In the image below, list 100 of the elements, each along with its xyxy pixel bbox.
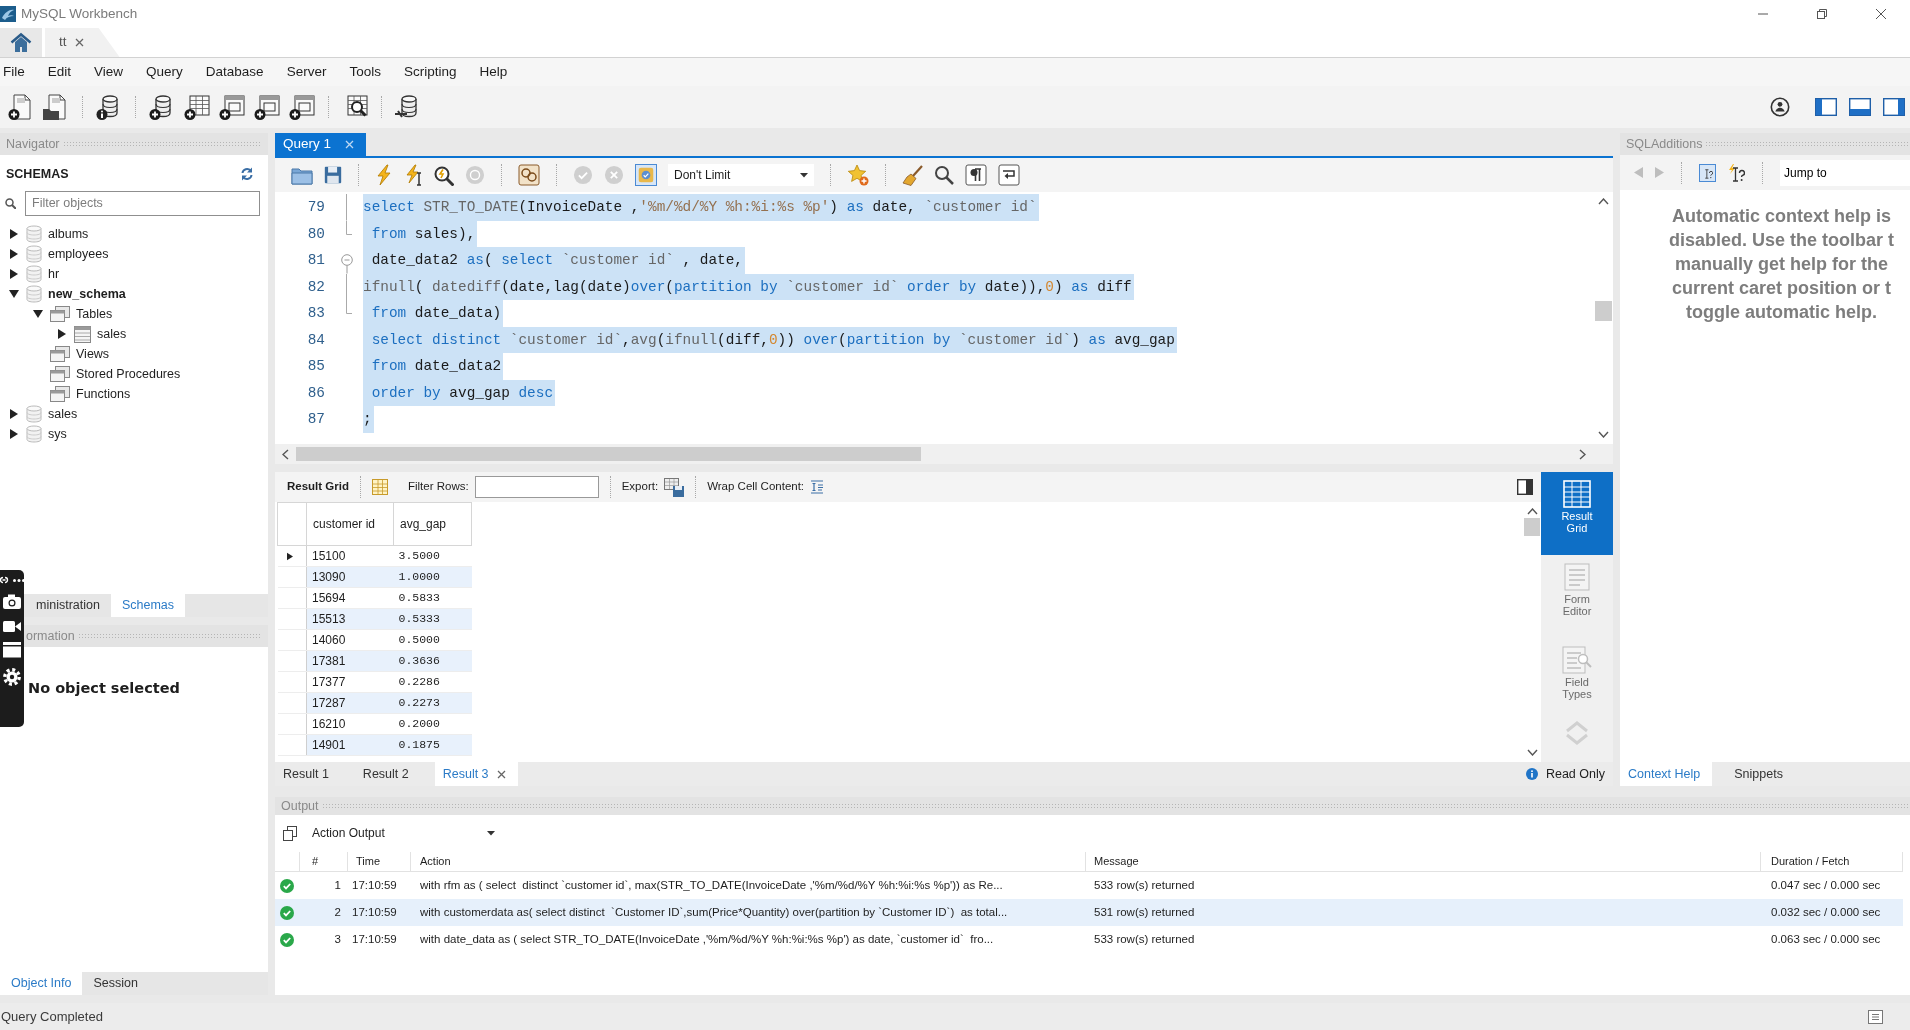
toggle-check-icon[interactable] [635,164,657,186]
column-header[interactable]: customer id [306,502,394,546]
help-icon[interactable] [1699,163,1716,182]
search-icon[interactable] [934,165,954,185]
tree-item[interactable]: sales [48,406,78,422]
tree-item[interactable]: Stored Procedures [76,366,181,382]
tree-item[interactable]: hr [48,266,60,282]
jump-to-field[interactable]: Jump to [1780,159,1910,186]
result-tab[interactable]: Result 1 [275,762,341,786]
table-row[interactable]: 1 17:10:59 with rfm as ( select distinct `customer id`, max(STR_TO_DATE(InvoiceDate ,'%m/%d/%Y %h:%i:%s %p')) as Re... 533 row(s) returned 0.047 sec / 0.000 sec [275,872,1903,899]
scroll-up-icon[interactable] [1526,508,1538,515]
result-view-button[interactable]: Result Grid [1541,472,1613,555]
result-view-button[interactable]: Field Types [1541,638,1613,721]
person-circle-icon[interactable] [1770,97,1790,117]
table-row[interactable]: 3 17:10:59 with date_data as ( select STR_TO_DATE(InvoiceDate ,'%m/%d/%Y %h:%i:%s %p') as date, `customer id` fro... 533 row(s) returned 0.063 sec / 0.000 sec [275,926,1903,953]
filter-field[interactable]: Filter objects [25,190,260,216]
caret-right-icon[interactable] [10,229,18,239]
scroll-right-icon[interactable] [1579,448,1586,460]
result-tab[interactable]: Result 3 [434,762,518,786]
close-icon[interactable] [74,38,84,47]
scroll-down-icon[interactable] [1598,431,1609,438]
column-header[interactable]: Action [411,852,1086,871]
close-icon[interactable] [496,769,506,779]
restore-icon[interactable] [1816,9,1827,19]
tree-item[interactable]: new_schema [48,286,126,302]
video-camera-icon[interactable] [3,619,21,632]
connection-tab[interactable]: tt [45,28,120,57]
export-icon[interactable] [664,477,685,497]
tree-item[interactable]: sys [48,426,67,442]
window-plus-icon[interactable] [253,93,281,121]
window-plus-icon[interactable] [288,93,316,121]
caret-down-icon[interactable] [33,310,43,318]
horizontal-scrollbar[interactable] [275,444,1613,464]
folder-icon[interactable] [291,165,313,185]
filter-rows-field[interactable] [474,476,599,498]
scrollbar-thumb[interactable] [296,447,921,461]
circles-icon[interactable] [518,164,540,186]
menu-item[interactable]: Database [205,63,264,81]
caret-down-icon[interactable] [800,172,808,178]
home-tab[interactable] [0,28,42,57]
layout-toggle-icon[interactable] [1849,98,1871,116]
save-icon[interactable] [324,166,342,184]
column-header[interactable]: Duration / Fetch [1761,852,1903,871]
sidebar-tab[interactable]: ministration [25,594,111,617]
caret-down-icon[interactable] [9,290,19,298]
panel-tab[interactable]: Context Help [1620,762,1713,786]
menu-item[interactable]: View [94,63,124,81]
menu-item[interactable]: Scripting [403,63,457,81]
info-tab[interactable]: Session [82,972,149,995]
column-header[interactable]: Time [348,852,411,871]
menu-item[interactable]: Edit [47,63,72,81]
gear-icon[interactable] [3,668,21,686]
caret-right-icon[interactable] [58,329,66,339]
star-plus-icon[interactable] [847,164,869,186]
row-selector[interactable] [277,545,307,567]
caret-down-icon[interactable] [487,831,495,836]
window-plus-icon[interactable] [218,93,246,121]
panel-toggle-icon[interactable] [1517,479,1533,495]
wrap-cell-icon[interactable] [810,480,825,494]
column-header[interactable]: avg_gap [393,502,472,546]
tree-item[interactable]: employees [48,246,109,262]
tree-item[interactable]: Functions [76,386,131,402]
layout-toggle-icon[interactable] [1883,98,1905,116]
pilcrow-icon[interactable] [965,164,987,186]
info-tab[interactable]: Object Info [0,972,83,995]
scroll-down-icon[interactable] [1526,749,1538,756]
wrap-icon[interactable] [998,164,1020,186]
table-row[interactable]: 2 17:10:59 with customerdata as( select distinct `Customer ID`,sum(Price*Quantity) over(partition by `Customer ID`) as total... 531 row(s) returned 0.032 sec / 0.000 sec [275,899,1903,926]
window-icon[interactable] [3,642,21,658]
more-icon[interactable] [13,578,25,582]
caret-right-icon[interactable] [10,409,18,419]
tree-item[interactable]: sales [97,326,127,342]
scroll-left-icon[interactable] [282,448,289,460]
query-tab[interactable]: Query 1 [275,133,366,156]
menu-item[interactable]: Help [479,63,508,81]
menu-item[interactable]: File [3,63,25,81]
tree-item[interactable]: Tables [76,306,113,322]
scrollbar-thumb[interactable] [1595,301,1612,321]
menu-item[interactable]: Tools [349,63,381,81]
scroll-up-icon[interactable] [1598,198,1609,205]
caret-right-icon[interactable] [10,429,18,439]
caret-right-icon[interactable] [10,269,18,279]
copy-icon[interactable] [283,826,297,841]
tree-item[interactable]: albums [48,226,89,242]
tree-item[interactable]: Views [76,346,110,362]
sidebar-tab[interactable]: Schemas [110,594,186,617]
refresh-icon[interactable] [240,167,254,181]
layout-toggle-icon[interactable] [1815,98,1837,116]
column-header[interactable]: # [300,852,348,871]
result-view-button[interactable]: Form Editor [1541,555,1613,638]
lightning-cursor-icon[interactable] [404,164,422,186]
result-grid-tab[interactable]: Result Grid [287,480,349,494]
camera-icon[interactable] [3,594,21,609]
caret-right-icon[interactable] [10,249,18,259]
menu-item[interactable]: Server [286,63,327,81]
result-tab[interactable]: Result 2 [354,762,421,786]
scrollbar-thumb[interactable] [1524,518,1540,536]
close-icon[interactable] [1875,9,1886,19]
lightning-icon[interactable] [375,164,393,186]
link-icon[interactable] [0,576,9,584]
